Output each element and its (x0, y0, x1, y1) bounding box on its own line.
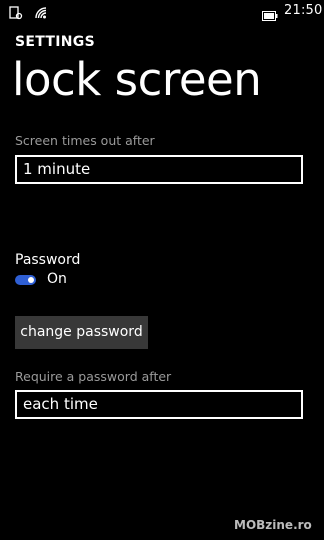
screen-timeout-label: Screen times out after (15, 133, 155, 148)
toggle-knob (28, 277, 34, 283)
notification-icon (9, 5, 23, 20)
require-password-select[interactable]: each time (15, 390, 303, 419)
wifi-icon (34, 5, 50, 19)
password-label: Password (15, 252, 81, 268)
screen-timeout-select[interactable]: 1 minute (15, 155, 303, 184)
page-title: lock screen (12, 53, 262, 106)
battery-icon (262, 6, 278, 21)
section-title: SETTINGS (15, 34, 95, 50)
change-password-button[interactable]: change password (15, 316, 148, 349)
password-toggle[interactable] (15, 275, 36, 285)
watermark: MOBzine.ro (234, 518, 312, 532)
password-toggle-state: On (47, 271, 67, 287)
status-bar: 21:50 (0, 0, 324, 24)
require-password-label: Require a password after (15, 369, 172, 384)
status-time: 21:50 (284, 3, 323, 18)
